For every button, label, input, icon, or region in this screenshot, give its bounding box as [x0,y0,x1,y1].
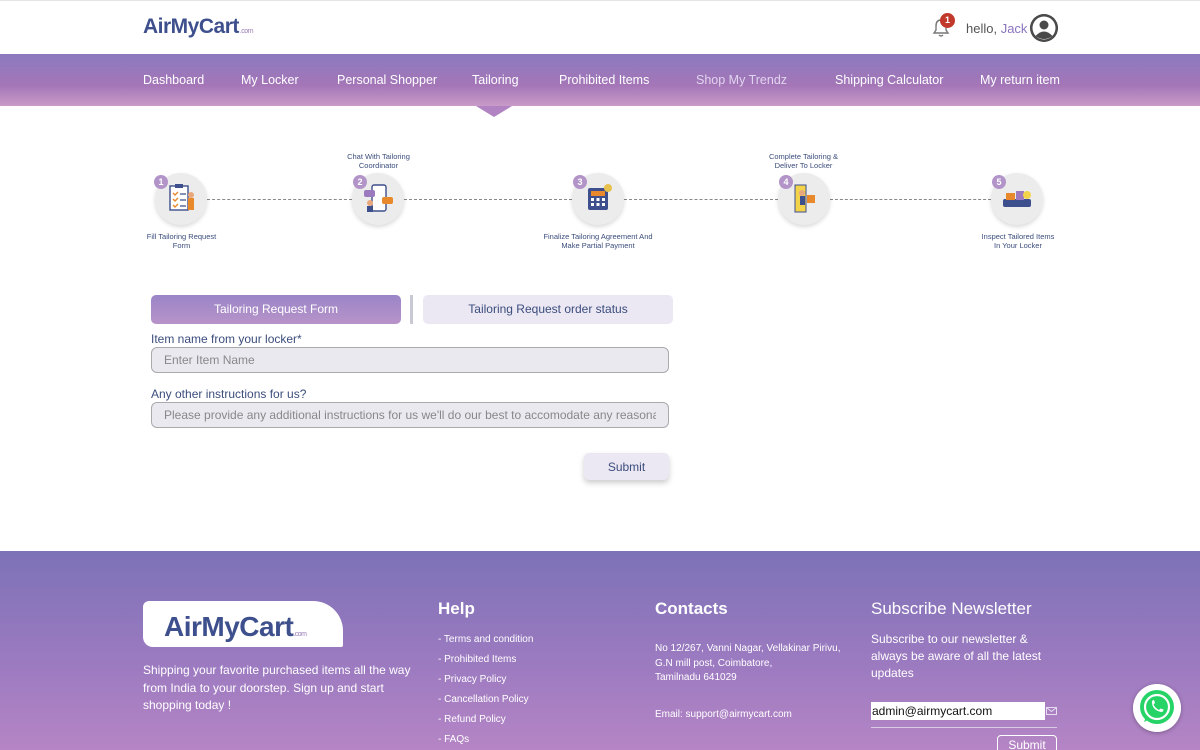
main-nav: Dashboard My Locker Personal Shopper Tai… [0,54,1200,106]
help-terms-link[interactable]: - Terms and condition [438,634,533,645]
contact-address: No 12/267, Vanni Nagar, Vellakinar Piriv… [655,642,840,686]
step-label: Inspect Tailored Items In Your Locker [968,232,1068,250]
help-heading: Help [438,599,475,618]
mail-icon [1046,707,1057,715]
step-label-line: Form [172,241,191,250]
newsletter-text: Subscribe to our newsletter & always be … [871,632,1042,680]
greeting: hello, Jack [966,21,1027,36]
help-refund-link[interactable]: - Refund Policy [438,714,506,725]
whatsapp-icon[interactable] [1133,684,1181,732]
step-number: 3 [573,175,587,189]
instructions-input[interactable] [151,402,669,428]
nav-dashboard[interactable]: Dashboard [143,73,204,87]
notification-badge: 1 [940,13,955,28]
nav-shop-my-trendz[interactable]: Shop My Trendz [696,73,787,87]
help-cancellation-link[interactable]: - Cancellation Policy [438,694,529,705]
step-label-line: Coordinator [358,161,399,170]
address-line: G.N mill post, Coimbatore, [655,657,773,669]
step-label-line: Complete Tailoring & [768,152,839,161]
footer-description: Shipping your favorite purchased items a… [143,663,411,712]
greeting-text: hello, [966,21,998,36]
payment-calculator-icon [588,184,612,210]
help-faqs-link[interactable]: - FAQs [438,734,469,745]
instructions-label: Any other instructions for us? [151,387,307,401]
step-label-line: In Your Locker [994,241,1042,250]
contacts-heading: Contacts [655,599,728,618]
step-number: 5 [992,175,1006,189]
footer-logo[interactable]: AirMyCart.com [164,611,307,643]
user-name[interactable]: Jack [1001,21,1028,36]
top-header: AirMyCart.com 1 hello, Jack [0,0,1200,54]
step-label-line: Fill Tailoring Request [146,232,217,241]
step-label: Fill Tailoring Request Form [133,232,230,250]
help-privacy-link[interactable]: - Privacy Policy [438,674,506,685]
logo[interactable]: AirMyCart.com [143,15,254,39]
help-prohibited-link[interactable]: - Prohibited Items [438,654,516,665]
step-connector [207,199,352,200]
footer-logo-domain: .com [293,631,307,638]
logo-text: AirMyCart [143,15,239,38]
item-name-label: Item name from your locker* [151,332,302,346]
avatar-icon[interactable] [1030,14,1058,42]
step-label-line: Finalize Tailoring Agreement And [543,232,653,241]
nav-shipping-calculator[interactable]: Shipping Calculator [835,73,943,87]
tab-separator [410,295,413,324]
item-name-input[interactable] [151,347,669,373]
logo-domain: .com [239,28,254,35]
step-connector [404,199,572,200]
step-connector [830,199,991,200]
newsletter-heading: Subscribe Newsletter [871,599,1032,618]
inspect-items-icon [1003,191,1031,207]
step-number: 2 [353,175,367,189]
nav-my-locker[interactable]: My Locker [241,73,299,87]
nav-personal-shopper[interactable]: Personal Shopper [337,73,437,87]
step-label-line: Deliver To Locker [774,161,833,170]
step-label-line: Chat With Tailoring [347,152,410,161]
step-label: Finalize Tailoring Agreement And Make Par… [535,232,661,250]
step-label-line: Inspect Tailored Items [981,232,1055,241]
nav-prohibited-items[interactable]: Prohibited Items [559,73,649,87]
step-label-line: Make Partial Payment [561,241,635,250]
tab-tailoring-order-status[interactable]: Tailoring Request order status [423,295,673,324]
address-line: No 12/267, Vanni Nagar, Vellakinar Piriv… [655,643,841,654]
step-number: 1 [154,175,168,189]
footer-logo-text: AirMyCart [164,611,294,642]
nav-tailoring[interactable]: Tailoring [472,73,519,87]
footer: AirMyCart.com Shipping your favorite pur… [0,551,1200,750]
step-number: 4 [779,175,793,189]
nav-my-return-item[interactable]: My return item [980,73,1060,87]
delivery-icon [794,184,815,213]
newsletter-submit-button[interactable]: Submit [997,735,1057,750]
submit-button[interactable]: Submit [584,453,669,480]
step-label: Complete Tailoring & Deliver To Locker [755,152,852,170]
newsletter-underline [871,727,1057,728]
step-label: Chat With Tailoring Coordinator [330,152,427,170]
form-checklist-icon [169,184,194,211]
active-nav-indicator [476,106,512,117]
contact-email[interactable]: Email: support@airmycart.com [655,708,792,723]
newsletter-email-input[interactable] [871,702,1045,720]
tab-tailoring-request-form[interactable]: Tailoring Request Form [151,295,401,324]
address-line: Tamilnadu 641029 [655,672,737,683]
step-connector [624,199,778,200]
chat-phone-icon [364,184,393,212]
